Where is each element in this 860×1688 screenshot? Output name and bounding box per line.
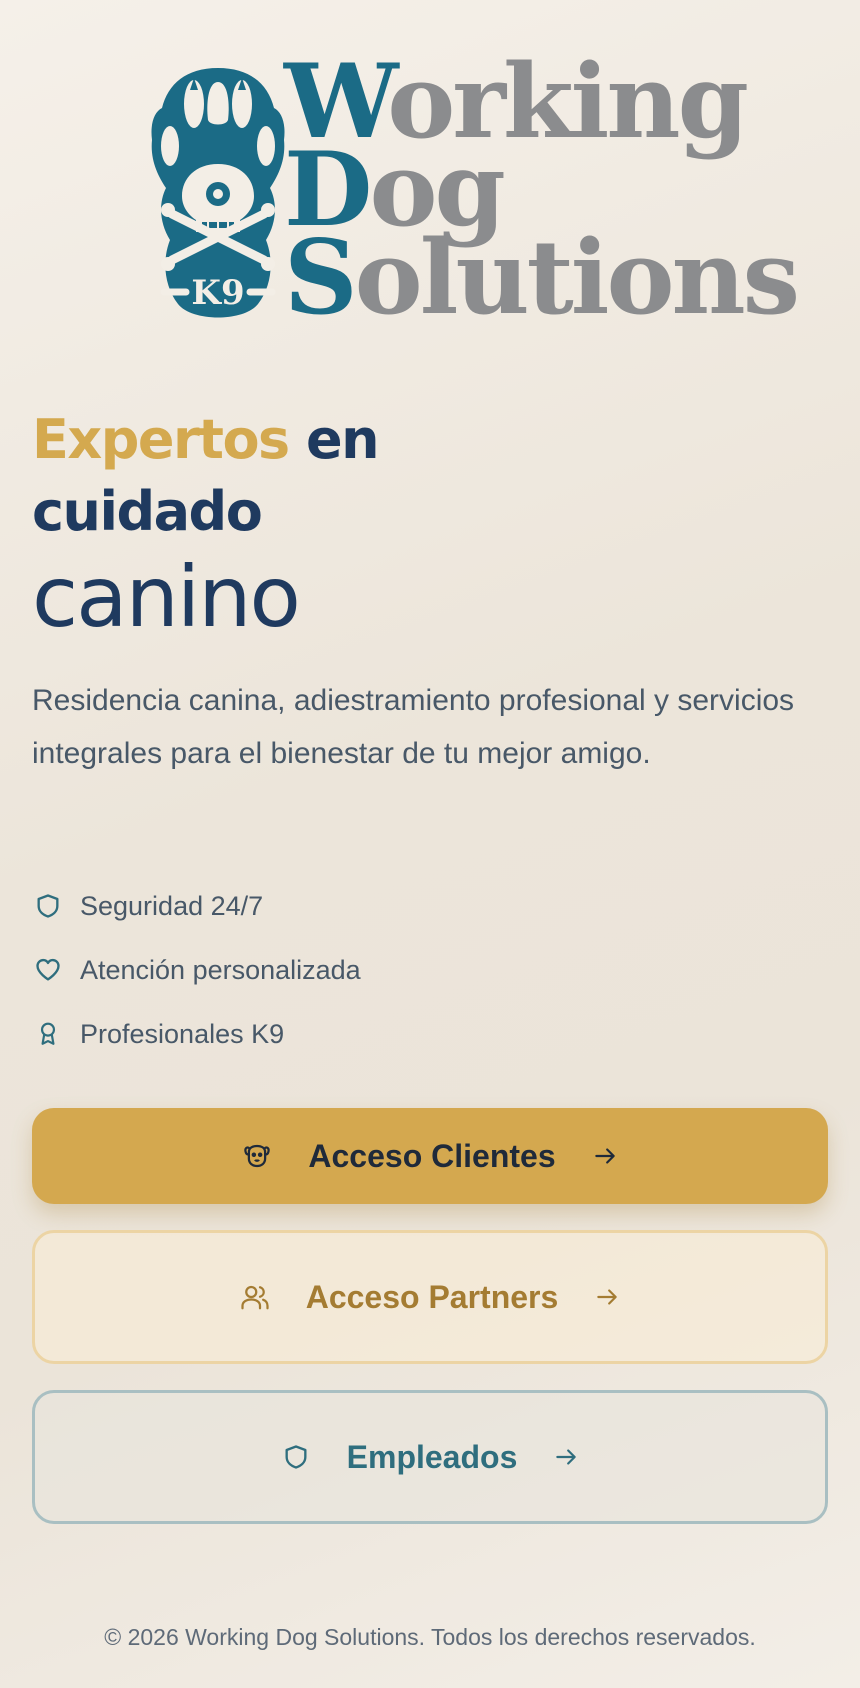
headline-accent: Expertos (32, 408, 290, 471)
feature-item-security: Seguridad 24/7 (32, 874, 361, 938)
award-icon (32, 1018, 64, 1050)
headline-row-1: Expertos en (32, 404, 592, 476)
shield-icon (279, 1440, 313, 1474)
users-icon (238, 1280, 272, 1314)
feature-item-professionals: Profesionales K9 (32, 1002, 361, 1066)
dog-icon (240, 1139, 274, 1173)
wordmark-line-solutions: Solutions (284, 218, 800, 338)
headline-row-3: canino (32, 548, 301, 646)
hero-description: Residencia canina, adiestramiento profes… (32, 684, 795, 770)
partner-access-label: Acceso Partners (305, 1278, 559, 1315)
hero-headline: Expertos en cuidado canino (32, 404, 592, 646)
svg-text:K9: K9 (191, 273, 244, 313)
brand-wordmark: Working Dog Solutions (284, 51, 800, 338)
arrow-right-icon (551, 1442, 581, 1472)
footer-copyright: © 2026 Working Dog Solutions. Todos los … (104, 1624, 756, 1650)
heart-icon (32, 954, 64, 986)
paw-skull-emblem-icon: K9 (151, 68, 285, 318)
feature-label: Profesionales K9 (80, 1018, 285, 1049)
partner-access-button[interactable]: Acceso Partners (32, 1230, 828, 1364)
landing-page: K9 Working Dog Solutions Expertos en cui… (0, 0, 860, 1688)
feature-label: Atención personalizada (80, 954, 361, 985)
feature-list: Seguridad 24/7 Atención personalizada Pr… (32, 874, 361, 1066)
employee-access-label: Empleados (346, 1438, 518, 1475)
feature-item-attention: Atención personalizada (32, 938, 361, 1002)
client-access-button[interactable]: Acceso Clientes (32, 1108, 828, 1204)
headline-row-2: cuidado (32, 480, 263, 543)
feature-label: Seguridad 24/7 (80, 890, 264, 921)
arrow-right-icon (592, 1282, 622, 1312)
headline-rest: en (306, 408, 380, 471)
shield-icon (32, 890, 64, 922)
client-access-label: Acceso Clientes (308, 1137, 556, 1174)
brand-logo: K9 Working Dog Solutions (148, 51, 800, 334)
employee-access-button[interactable]: Empleados (32, 1390, 828, 1524)
arrow-right-icon (590, 1141, 620, 1171)
